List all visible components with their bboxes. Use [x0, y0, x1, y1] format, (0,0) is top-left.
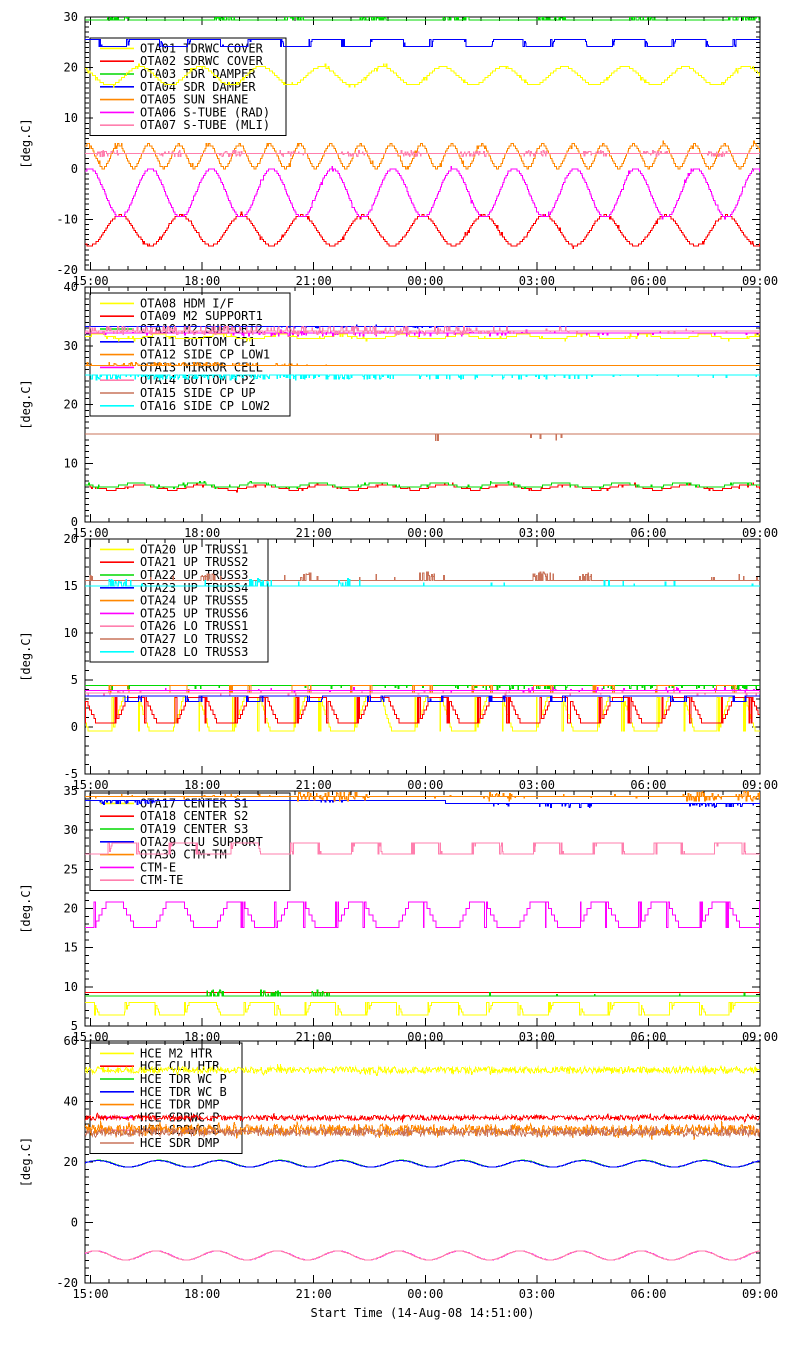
x-tick-label: 00:00 — [407, 274, 443, 288]
y-tick-label: 25 — [64, 862, 78, 876]
chart-background — [0, 0, 800, 1350]
y-axis-title: [deg.C] — [19, 379, 33, 430]
y-tick-label: 30 — [64, 339, 78, 353]
y-tick-label: 40 — [64, 280, 78, 294]
x-tick-label: 18:00 — [184, 778, 220, 792]
x-tick-label: 03:00 — [519, 778, 555, 792]
chart-svg: OTA01 TDRWC COVEROTA02 SDRWC COVEROTA03 … — [0, 0, 800, 1350]
x-tick-label: 06:00 — [630, 526, 666, 540]
legend-label-ctm-te: CTM-TE — [140, 873, 183, 887]
legend-label-ota07-s-tube-mli: OTA07 S-TUBE (MLI) — [140, 118, 270, 132]
x-axis-title: Start Time (14-Aug-08 14:51:00) — [311, 1306, 535, 1320]
y-tick-label: 15 — [64, 579, 78, 593]
y-tick-label: 20 — [64, 61, 78, 75]
y-tick-label: 0 — [71, 720, 78, 734]
y-tick-label: 0 — [71, 162, 78, 176]
x-tick-label: 09:00 — [742, 778, 778, 792]
x-tick-label: 21:00 — [296, 274, 332, 288]
y-tick-label: 15 — [64, 941, 78, 955]
legend-label-ota16-side-cp-low2: OTA16 SIDE CP LOW2 — [140, 399, 270, 413]
y-tick-label: 30 — [64, 823, 78, 837]
y-tick-label: 10 — [64, 111, 78, 125]
y-tick-label: 10 — [64, 626, 78, 640]
x-tick-label: 00:00 — [407, 1287, 443, 1301]
y-tick-label: 20 — [64, 532, 78, 546]
x-tick-label: 15:00 — [73, 1287, 109, 1301]
y-tick-label: 20 — [64, 1155, 78, 1169]
x-tick-label: 21:00 — [296, 1287, 332, 1301]
x-tick-label: 03:00 — [519, 274, 555, 288]
x-tick-label: 18:00 — [184, 1287, 220, 1301]
y-tick-label: 20 — [64, 398, 78, 412]
x-tick-label: 21:00 — [296, 778, 332, 792]
y-axis-title: [deg.C] — [19, 1137, 33, 1188]
y-tick-label: 5 — [71, 673, 78, 687]
legend-label-ota28-lo-truss3: OTA28 LO TRUSS3 — [140, 645, 248, 659]
x-tick-label: 03:00 — [519, 526, 555, 540]
y-axis-title: [deg.C] — [19, 631, 33, 682]
x-tick-label: 21:00 — [296, 526, 332, 540]
x-tick-label: 18:00 — [184, 274, 220, 288]
telemetry-figure: OTA01 TDRWC COVER OTA02 SDRWC COVER OTA03 … — [0, 0, 800, 1350]
legend-label-hce-sdr-dmp: HCE SDR DMP — [140, 1136, 219, 1150]
y-tick-label: 10 — [64, 456, 78, 470]
x-tick-label: 00:00 — [407, 778, 443, 792]
x-tick-label: 09:00 — [742, 274, 778, 288]
x-tick-label: 09:00 — [742, 1287, 778, 1301]
x-tick-label: 00:00 — [407, 526, 443, 540]
y-tick-label: 20 — [64, 902, 78, 916]
x-tick-label: 03:00 — [519, 1287, 555, 1301]
y-axis-title: [deg.C] — [19, 883, 33, 934]
y-tick-label: 35 — [64, 784, 78, 798]
y-tick-label: -10 — [56, 212, 78, 226]
y-axis-title: [deg.C] — [19, 118, 33, 169]
x-tick-label: 06:00 — [630, 1287, 666, 1301]
x-tick-label: 06:00 — [630, 274, 666, 288]
y-tick-label: 10 — [64, 980, 78, 994]
y-tick-label: 0 — [71, 1216, 78, 1230]
y-tick-label: 30 — [64, 10, 78, 24]
x-tick-label: 18:00 — [184, 526, 220, 540]
y-tick-label: 40 — [64, 1095, 78, 1109]
y-tick-label: 60 — [64, 1034, 78, 1048]
x-tick-label: 06:00 — [630, 778, 666, 792]
x-tick-label: 09:00 — [742, 526, 778, 540]
